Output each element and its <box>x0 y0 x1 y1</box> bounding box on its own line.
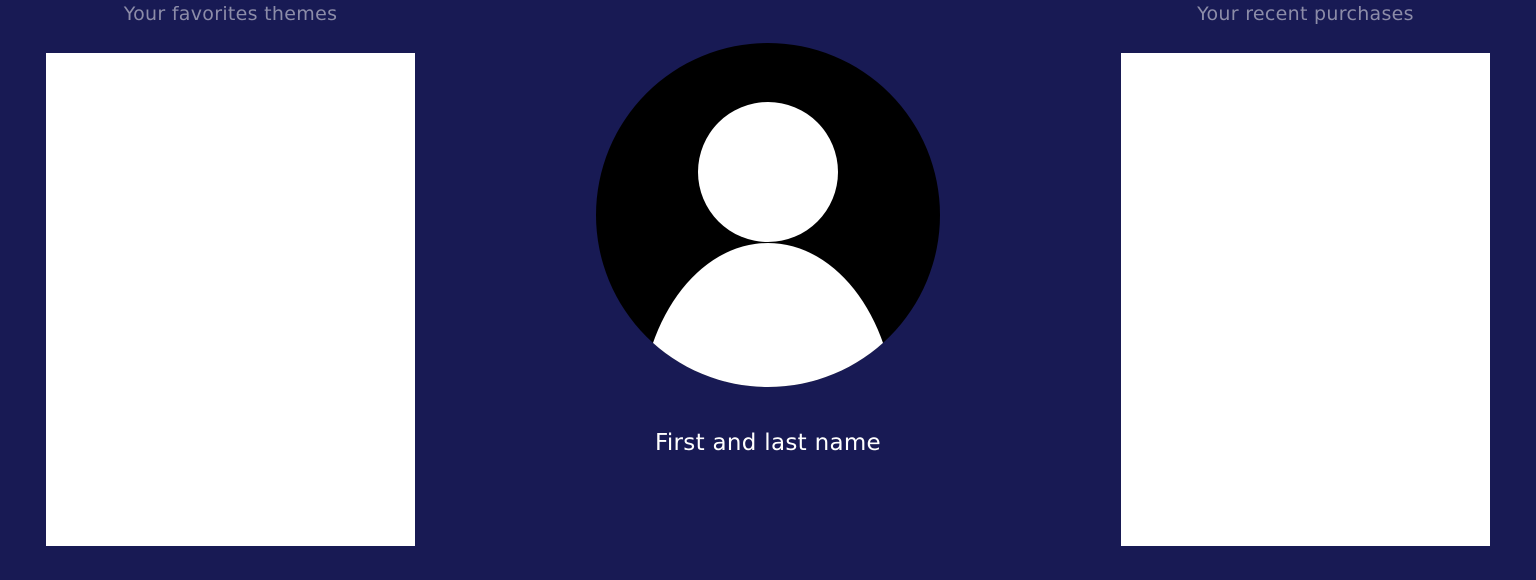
profile-page: Your favorites themes First and last nam… <box>0 0 1536 580</box>
avatar-head <box>698 102 838 242</box>
recent-purchases-panel <box>1121 53 1490 546</box>
user-silhouette-icon[interactable] <box>596 43 940 387</box>
recent-purchases-title: Your recent purchases <box>1197 3 1414 25</box>
favorites-themes-title: Your favorites themes <box>123 3 338 25</box>
favorites-themes-panel <box>46 53 415 546</box>
profile-name: First and last name <box>654 430 882 456</box>
